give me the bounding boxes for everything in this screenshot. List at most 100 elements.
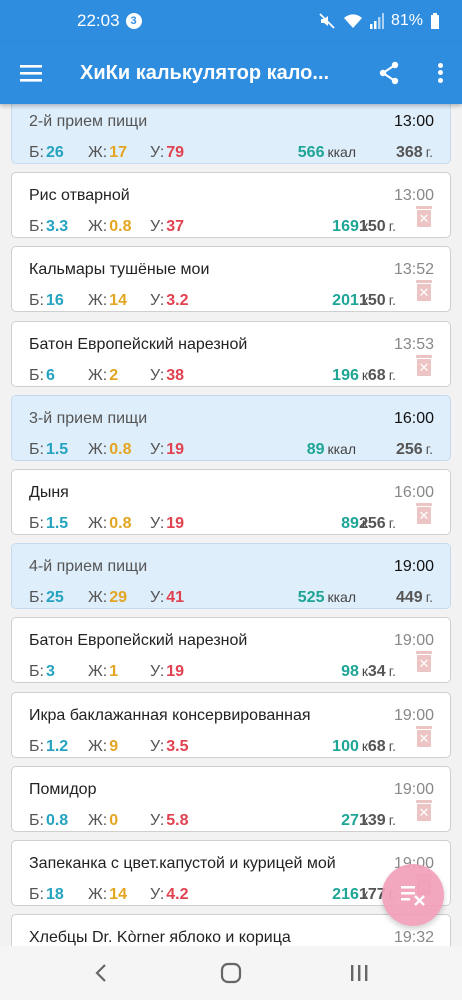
entry-name: 2-й прием пищи: [29, 113, 148, 130]
entry-name: Батон Европейский нарезной: [29, 632, 248, 649]
fat-value: Ж: 0.8: [88, 441, 132, 458]
app-bar: ХиКи калькулятор кало...: [0, 42, 462, 104]
protein-value: Б: 1.2: [29, 738, 69, 755]
entry-name: Запеканка с цвет.капустой и курицей мой: [29, 855, 336, 872]
protein-value: Б: 3: [29, 663, 55, 680]
weight-value: 150 г.: [359, 218, 396, 235]
food-entry-card[interactable]: Рис отварной 13:00 Б: 3.3 Ж: 0.8 У: 37 169 к 150 г.…: [11, 172, 451, 238]
carbs-value: У: 3.2: [150, 292, 189, 309]
protein-value: Б: 6: [29, 367, 55, 384]
protein-value: Б: 25: [29, 589, 64, 606]
meal-header-card[interactable]: 3-й прием пищи 16:00 Б: 1.5 Ж: 0.8 У: 19 89 ккал 2…: [11, 395, 451, 461]
fat-value: Ж: 0: [88, 812, 119, 829]
entry-time: 19:32: [393, 929, 434, 946]
food-entry-card[interactable]: Кальмары тушёные мои 13:52 Б: 16 Ж: 14 У: 3.2 20…: [11, 246, 451, 312]
app-title: ХиКи калькулятор кало...: [80, 61, 330, 84]
delete-icon[interactable]: ✕: [415, 355, 433, 377]
weight-value: 256 г.: [359, 515, 396, 532]
protein-value: Б: 1.5: [29, 441, 69, 458]
meal-header-card[interactable]: 4-й прием пищи 19:00 Б: 25 Ж: 29 У: 41 525 ккал 44…: [11, 543, 451, 609]
entry-time: 13:00: [393, 113, 434, 130]
fat-value: Ж: 1: [88, 663, 119, 680]
fat-value: Ж: 0.8: [88, 218, 132, 235]
share-icon[interactable]: [376, 60, 402, 86]
entry-name: Рис отварной: [29, 187, 130, 204]
weight-value: 368 г.: [396, 144, 433, 161]
food-entry-card[interactable]: Батон Европейский нарезной 13:53 Б: 6 Ж: 2 У: 3…: [11, 321, 451, 387]
entry-time: 19:00: [393, 558, 434, 575]
delete-icon[interactable]: ✕: [415, 280, 433, 302]
carbs-value: У: 41: [150, 589, 185, 606]
carbs-value: У: 79: [150, 144, 185, 161]
delete-icon[interactable]: ✕: [415, 206, 433, 228]
entry-time: 13:52: [393, 261, 434, 278]
entry-time: 13:53: [393, 336, 434, 353]
status-bar: 22:03 3 81%: [0, 0, 462, 42]
entry-time: 16:00: [393, 410, 434, 427]
food-entry-card[interactable]: Помидор 19:00 Б: 0.8 Ж: 0 У: 5.8 27 к 139 г. ✕: [11, 766, 451, 832]
delete-icon[interactable]: ✕: [415, 800, 433, 822]
weight-value: 449 г.: [396, 589, 433, 606]
entry-time: 16:00: [393, 484, 434, 501]
weight-value: 256 г.: [396, 441, 433, 458]
playlist-remove-icon[interactable]: [382, 864, 444, 926]
fat-value: Ж: 14: [88, 292, 128, 309]
weight-value: 150 г.: [359, 292, 396, 309]
protein-value: Б: 16: [29, 292, 64, 309]
entry-name: 4-й прием пищи: [29, 558, 148, 575]
entry-time: 19:00: [393, 781, 434, 798]
status-time: 22:03: [77, 11, 120, 30]
delete-icon[interactable]: ✕: [415, 726, 433, 748]
fat-value: Ж: 2: [88, 367, 119, 384]
kcal-value: 525 ккал: [297, 589, 356, 606]
weight-value: 68 г.: [367, 738, 396, 755]
protein-value: Б: 3.3: [29, 218, 69, 235]
weight-value: 68 г.: [367, 367, 396, 384]
entry-time: 13:00: [393, 187, 434, 204]
back-icon[interactable]: [88, 960, 114, 986]
food-diary-list: 2-й прием пищи 13:00 Б: 26 Ж: 17 У: 79 566 ккал 36…: [0, 104, 462, 946]
entry-name: Кальмары тушёные мои: [29, 261, 210, 278]
kcal-value: 566 ккал: [297, 144, 356, 161]
signal-icon: [369, 12, 384, 30]
home-icon[interactable]: [218, 960, 244, 986]
delete-icon[interactable]: ✕: [415, 651, 433, 673]
carbs-value: У: 5.8: [150, 812, 189, 829]
carbs-value: У: 3.5: [150, 738, 189, 755]
weight-value: 34 г.: [367, 663, 396, 680]
carbs-value: У: 19: [150, 515, 185, 532]
protein-value: Б: 26: [29, 144, 64, 161]
hamburger-icon[interactable]: [0, 42, 62, 104]
fat-value: Ж: 14: [88, 886, 128, 903]
delete-icon[interactable]: ✕: [415, 503, 433, 525]
carbs-value: У: 19: [150, 663, 185, 680]
entry-name: Икра баклажанная консервированная: [29, 707, 311, 724]
food-entry-card[interactable]: Икра баклажанная консервированная 19:00 Б:…: [11, 692, 451, 758]
fat-value: Ж: 17: [88, 144, 128, 161]
system-nav-bar: [0, 946, 462, 1000]
entry-name: Дыня: [29, 484, 69, 501]
entry-time: 19:00: [393, 707, 434, 724]
food-entry-card[interactable]: Батон Европейский нарезной 19:00 Б: 3 Ж: 1 У: 1…: [11, 617, 451, 683]
protein-value: Б: 0.8: [29, 812, 69, 829]
fat-value: Ж: 9: [88, 738, 119, 755]
more-vert-icon[interactable]: [432, 60, 448, 86]
recents-icon[interactable]: [346, 960, 372, 986]
entry-name: 3-й прием пищи: [29, 410, 148, 427]
protein-value: Б: 18: [29, 886, 64, 903]
mute-icon: [318, 12, 336, 30]
carbs-value: У: 19: [150, 441, 185, 458]
weight-value: 139 г.: [359, 812, 396, 829]
battery-icon: [430, 12, 440, 30]
entry-name: Помидор: [29, 781, 97, 798]
meal-header-card[interactable]: 2-й прием пищи 13:00 Б: 26 Ж: 17 У: 79 566 ккал 36…: [11, 104, 451, 164]
carbs-value: У: 38: [150, 367, 185, 384]
food-entry-card[interactable]: Хлебцы Dr. Kòrner яблоко и корица 19:32: [11, 914, 451, 946]
entry-name: Батон Европейский нарезной: [29, 336, 248, 353]
protein-value: Б: 1.5: [29, 515, 69, 532]
food-entry-card[interactable]: Дыня 16:00 Б: 1.5 Ж: 0.8 У: 19 89 к 256 г. ✕: [11, 469, 451, 535]
kcal-value: 100 к: [332, 738, 368, 755]
carbs-value: У: 4.2: [150, 886, 189, 903]
fat-value: Ж: 29: [88, 589, 128, 606]
kcal-value: 98 к: [341, 663, 368, 680]
